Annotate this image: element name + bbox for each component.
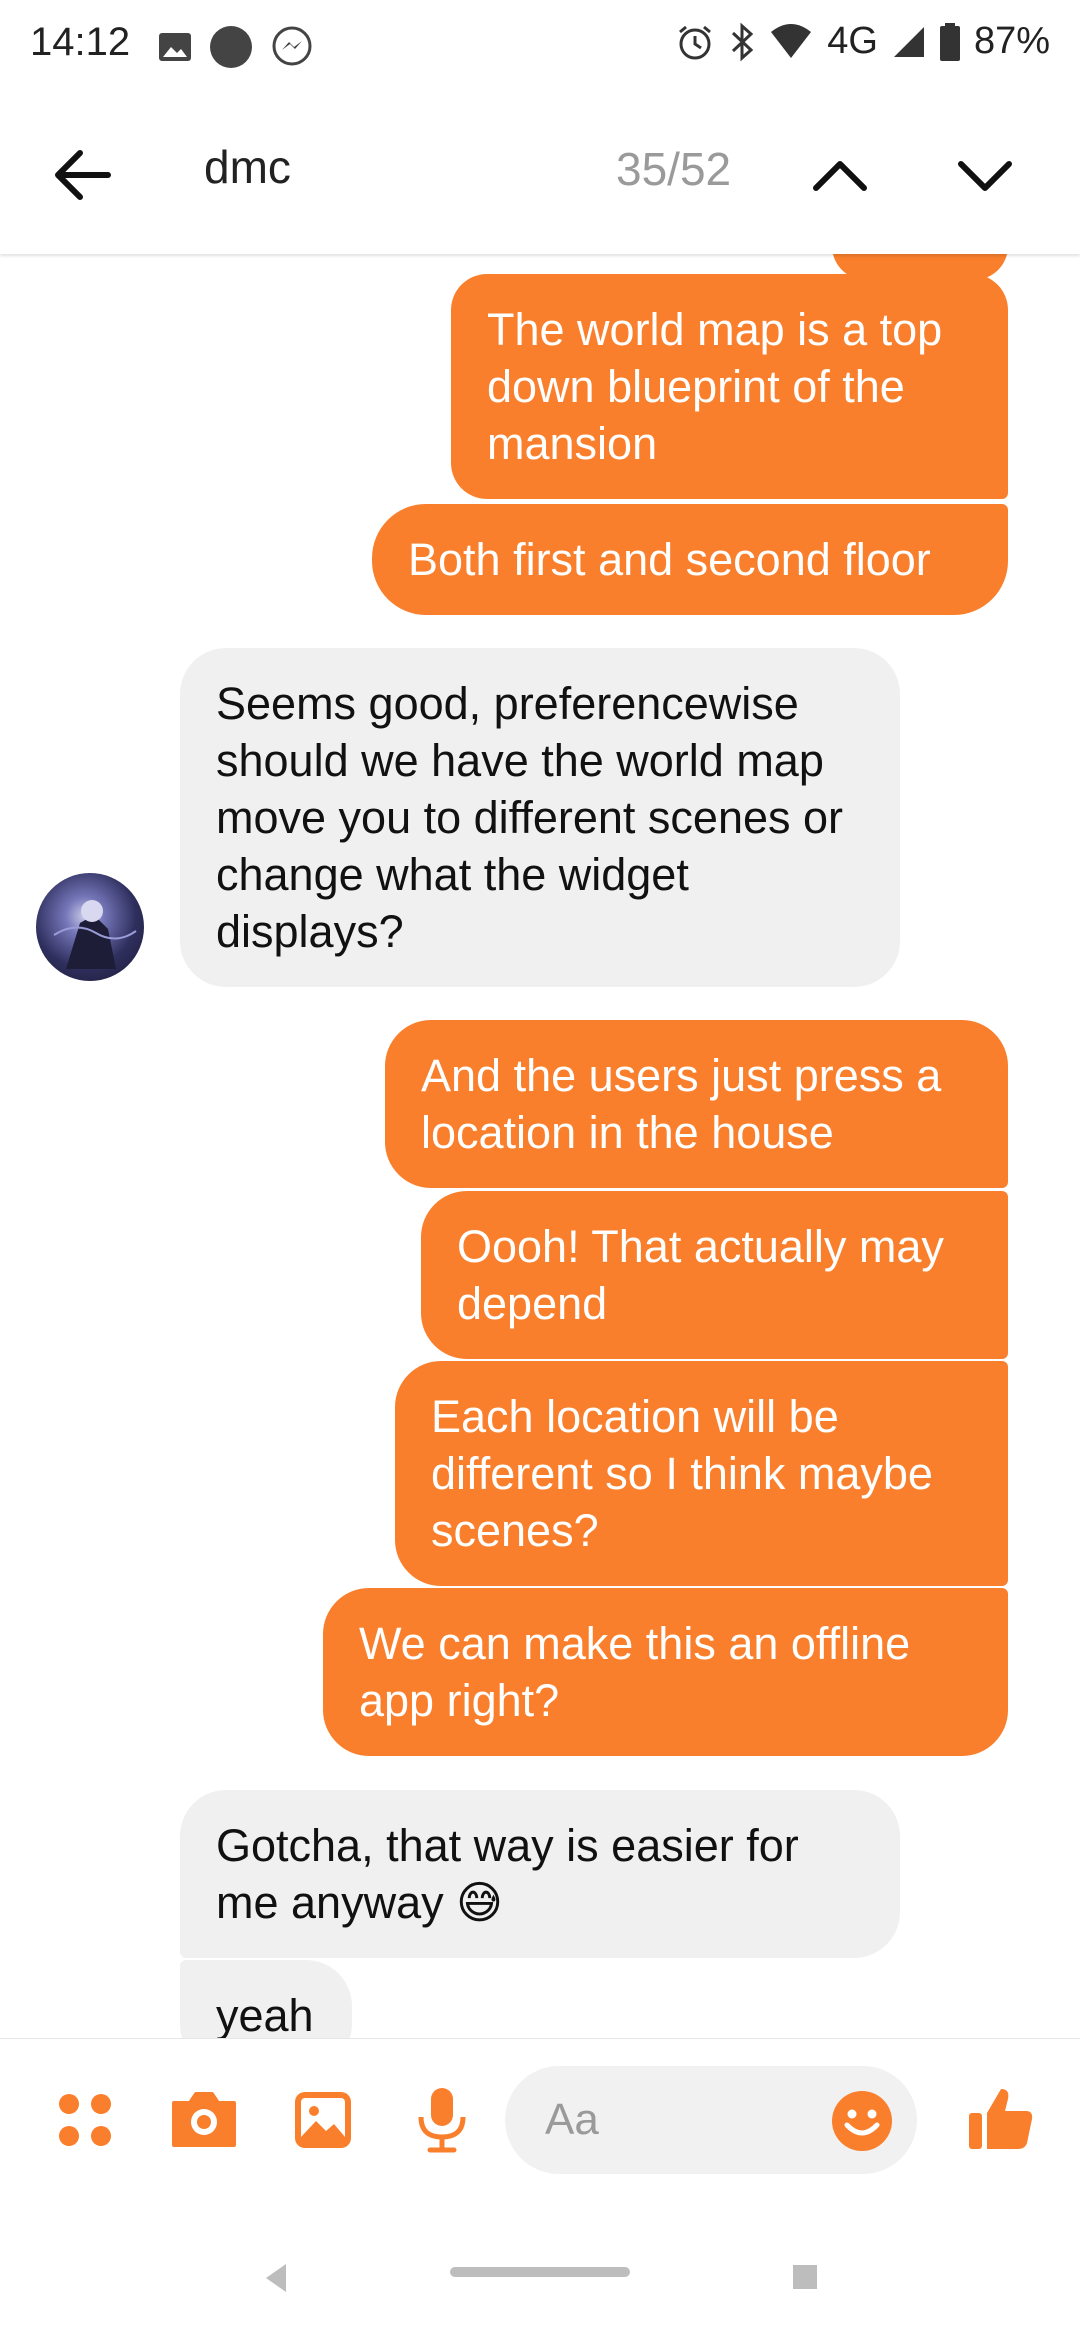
recents-nav-icon[interactable] [792,2264,818,2290]
wifi-icon [771,23,812,58]
outgoing-message[interactable]: Both first and second floor [372,504,1008,615]
outgoing-message[interactable]: We can make this an offline app right? [323,1588,1008,1756]
status-right: 4G 87% [675,20,1050,63]
battery-icon [939,22,960,61]
system-navigation-bar [0,2200,1080,2340]
search-term[interactable]: dmc [204,140,291,194]
battery-level: 87% [973,20,1050,62]
avatar[interactable] [36,873,144,981]
status-bar: 14:12 4G 87% [0,0,1080,90]
incoming-message[interactable]: Gotcha, that way is easier for me anyway… [180,1790,900,1958]
match-counter: 35/52 [616,143,732,195]
camera-icon[interactable] [170,2089,238,2149]
messenger-notification-icon [272,26,312,66]
dot-notification-icon [210,26,252,68]
notification-icons [158,24,314,70]
status-time: 14:12 [30,20,131,64]
outgoing-message[interactable]: Oooh! That actually may depend [421,1191,1008,1359]
alarm-icon [679,25,712,59]
message-composer [0,2038,1080,2201]
incoming-message[interactable]: Seems good, preferencewise should we hav… [180,648,900,987]
search-header: dmc 35/52 [0,90,1080,254]
grinning-sweat-emoji-icon: 😅 [456,1877,504,1928]
network-label: 4G [827,20,878,62]
bluetooth-icon [732,22,754,61]
gallery-notification-icon [159,33,191,61]
outgoing-message[interactable]: The world map is a top down blueprint of… [451,274,1008,499]
incoming-message[interactable]: yeah [180,1960,352,2038]
emoji-icon[interactable] [830,2089,894,2153]
message-text: Gotcha, that way is easier for me anyway [216,1820,799,1928]
chevron-up-icon[interactable] [810,146,870,206]
chevron-down-icon[interactable] [955,146,1015,206]
back-arrow-icon[interactable] [46,140,116,210]
microphone-icon[interactable] [412,2085,472,2155]
outgoing-message[interactable]: And the users just press a location in t… [385,1020,1008,1188]
signal-icon [893,26,924,57]
more-actions-icon[interactable] [56,2091,114,2149]
back-nav-icon[interactable] [262,2262,288,2294]
message-list[interactable]: The world map is a top down blueprint of… [0,254,1080,2038]
outgoing-message[interactable]: Each location will be different so I thi… [395,1361,1008,1586]
gallery-icon[interactable] [292,2089,354,2151]
thumbs-up-icon[interactable] [966,2083,1036,2153]
home-pill[interactable] [450,2267,630,2277]
